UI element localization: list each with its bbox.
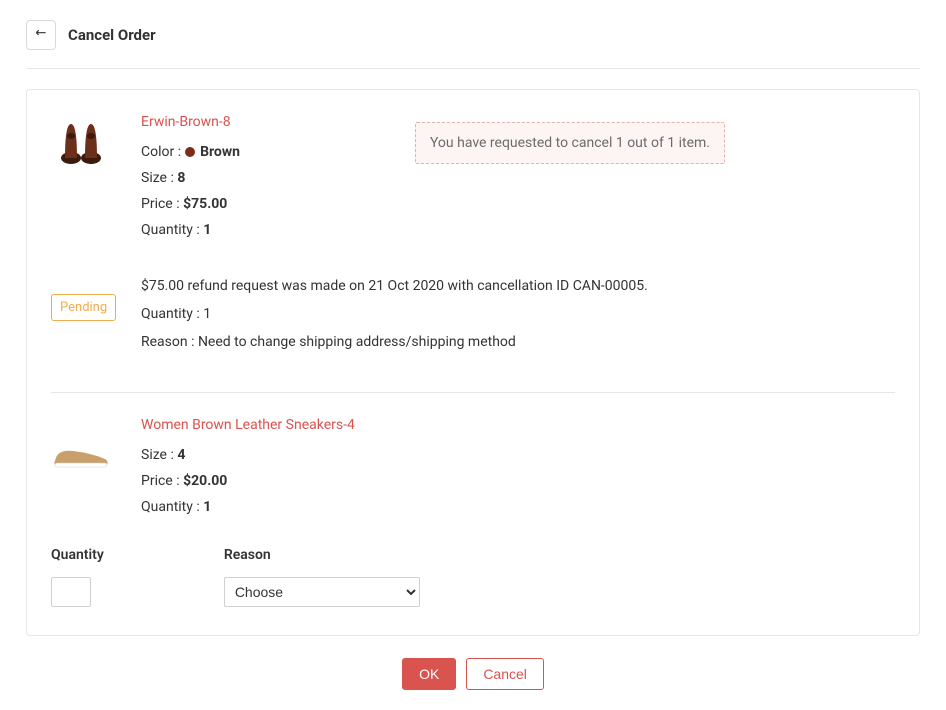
cancel-button[interactable]: Cancel <box>466 658 544 690</box>
attr-size: Size : 8 <box>141 170 895 186</box>
color-swatch <box>185 147 195 157</box>
quantity-input[interactable] <box>51 577 91 607</box>
attr-size: Size : 4 <box>141 447 895 463</box>
refund-line: Quantity : 1 <box>141 306 648 322</box>
back-button[interactable] <box>26 20 56 50</box>
page-header: Cancel Order <box>26 20 920 69</box>
product-thumbnail <box>51 114 111 174</box>
refund-line: Reason : Need to change shipping address… <box>141 334 648 350</box>
attr-quantity: Quantity : 1 <box>141 499 895 515</box>
cancel-order-card: Erwin-Brown-8 Color : Brown Size : 8 Pri… <box>26 89 920 636</box>
reason-select[interactable]: Choose <box>224 577 420 607</box>
product-name-link[interactable]: Women Brown Leather Sneakers-4 <box>141 417 895 433</box>
quantity-label: Quantity <box>51 547 104 563</box>
attr-price: Price : $75.00 <box>141 196 895 212</box>
back-arrow-icon <box>34 28 48 42</box>
divider <box>51 392 895 393</box>
shoe-icon <box>51 118 111 170</box>
status-badge: Pending <box>51 294 116 321</box>
product-thumbnail <box>51 417 111 477</box>
cancel-request-banner: You have requested to cancel 1 out of 1 … <box>415 122 725 164</box>
attr-quantity: Quantity : 1 <box>141 222 895 238</box>
attr-price: Price : $20.00 <box>141 473 895 489</box>
cancel-form: Quantity Reason Choose <box>51 547 895 607</box>
reason-label: Reason <box>224 547 420 563</box>
refund-block: Pending $75.00 refund request was made o… <box>51 278 895 362</box>
ok-button[interactable]: OK <box>402 658 456 690</box>
refund-line: $75.00 refund request was made on 21 Oct… <box>141 278 648 294</box>
order-item: Women Brown Leather Sneakers-4 Size : 4 … <box>51 417 895 525</box>
footer-actions: OK Cancel <box>26 658 920 690</box>
order-item: Erwin-Brown-8 Color : Brown Size : 8 Pri… <box>51 114 895 248</box>
page-title: Cancel Order <box>68 26 156 44</box>
sneaker-icon <box>51 430 111 482</box>
